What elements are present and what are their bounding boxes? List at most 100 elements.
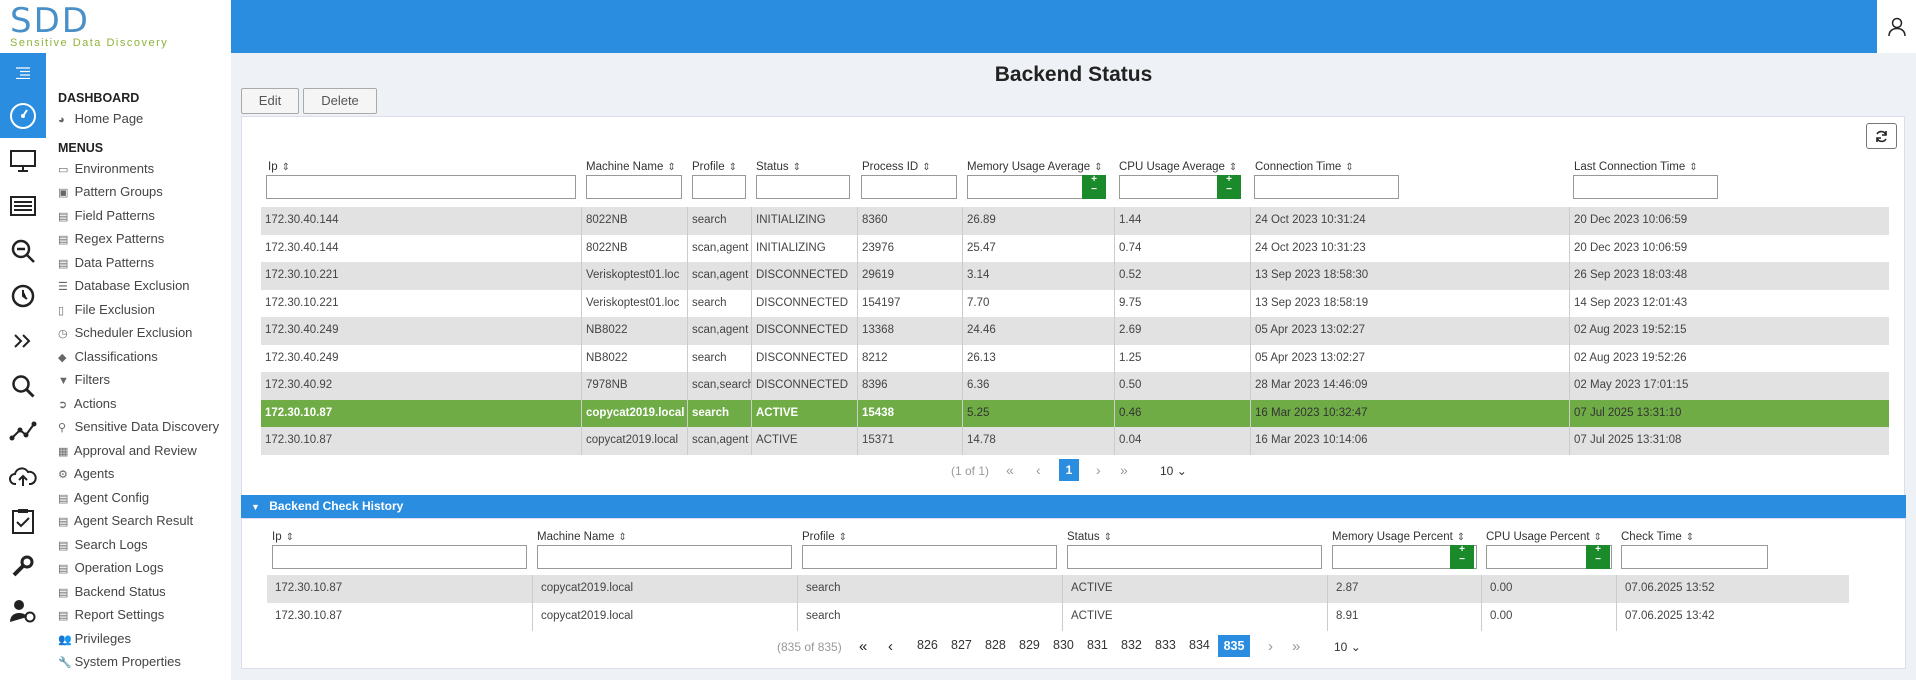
menu-item-backend-status[interactable]: ▤ Backend Status [46,580,231,604]
clipboard-check-icon[interactable] [0,498,46,543]
col-header-check-time[interactable]: Check Time ⇕ [1621,531,1694,543]
zoom-out-icon[interactable] [0,228,46,273]
memory-stepper[interactable]: + − [1082,175,1106,199]
table-row[interactable]: 172.30.10.87 copycat2019.local search ACTIV… [267,603,1849,631]
wrench-icon[interactable] [0,543,46,588]
search-icon[interactable] [0,363,46,408]
page-number[interactable]: 830 [1053,638,1074,652]
filter-status[interactable] [756,175,850,199]
table-row[interactable]: 172.30.40.92 7978NB scan,search DISCONNECTE… [261,372,1889,400]
menu-item-home[interactable]: ◕ Home Page [46,107,231,131]
filter-cpu-usage-average[interactable] [1119,175,1218,199]
filter-profile[interactable] [692,175,746,199]
filter-ip[interactable] [266,175,576,199]
page-number[interactable]: 832 [1121,638,1142,652]
menu-item-sensitive-data-discovery[interactable]: ⚲ Sensitive Data Discovery [46,415,231,439]
delete-button[interactable]: Delete [303,88,377,114]
cpu-stepper[interactable]: + − [1217,175,1241,199]
prev-page-icon[interactable]: ‹ [1036,462,1041,478]
col-header-memory-usage-average[interactable]: Memory Usage Average ⇕ [967,161,1103,173]
cloud-upload-icon[interactable] [0,453,46,498]
page-number[interactable]: 827 [951,638,972,652]
col-header-status[interactable]: Status ⇕ [1067,531,1112,543]
clock-icon[interactable] [0,273,46,318]
list-icon[interactable] [0,183,46,228]
next-page-icon[interactable]: › [1268,638,1273,655]
col-header-machine-name[interactable]: Machine Name ⇕ [586,161,676,173]
page-number[interactable]: 833 [1155,638,1176,652]
menu-item-classifications[interactable]: ◆ Classifications [46,345,231,369]
menu-item-operation-logs[interactable]: ▤ Operation Logs [46,556,231,580]
col-header-connection-time[interactable]: Connection Time ⇕ [1255,161,1354,173]
table-row[interactable]: 172.30.10.87 copycat2019.local scan,agent A… [261,427,1889,455]
col-header-memory-usage-percent[interactable]: Memory Usage Percent ⇕ [1332,531,1465,543]
menu-item-report-settings[interactable]: ▤ Report Settings [46,603,231,627]
filter-last-connection-time[interactable] [1573,175,1718,199]
menu-item-field-patterns[interactable]: ▤ Field Patterns [46,204,231,228]
menu-item-file-exclusion[interactable]: ▯ File Exclusion [46,298,231,322]
cpu-percent-stepper[interactable]: + − [1586,545,1610,569]
col-header-cpu-usage-average[interactable]: CPU Usage Average ⇕ [1119,161,1237,173]
menu-toggle-icon[interactable] [0,53,46,93]
menu-item-search-logs[interactable]: ▤ Search Logs [46,533,231,557]
refresh-button[interactable] [1866,123,1897,149]
menu-item-actions[interactable]: ➲ Actions [46,392,231,416]
table-row[interactable]: 172.30.40.144 8022NB search INITIALIZING 836… [261,207,1889,235]
filter-machine-name[interactable] [537,545,792,569]
last-page-icon[interactable]: » [1292,638,1300,655]
menu-item-scheduler-exclusion[interactable]: ◷ Scheduler Exclusion [46,321,231,345]
menu-item-data-patterns[interactable]: ▤ Data Patterns [46,251,231,275]
col-header-process-id[interactable]: Process ID ⇕ [862,161,931,173]
menu-item-filters[interactable]: ▼ Filters [46,368,231,392]
network-icon[interactable] [0,408,46,453]
first-page-icon[interactable]: « [1006,462,1014,478]
table-row[interactable]: 172.30.10.221 Veriskoptest01.loc search DIS… [261,289,1889,317]
table-row[interactable]: 172.30.40.249 NB8022 scan,agent DISCONNECTE… [261,317,1889,345]
first-page-icon[interactable]: « [859,638,867,655]
filter-process-id[interactable] [861,175,957,199]
page-number[interactable]: 831 [1087,638,1108,652]
table-row[interactable]: 172.30.10.87 copycat2019.local search ACTIV… [261,399,1889,427]
col-header-profile[interactable]: Profile ⇕ [692,161,737,173]
user-icon[interactable] [1877,0,1916,53]
next-page-icon[interactable]: › [1096,462,1101,478]
col-header-status[interactable]: Status ⇕ [756,161,801,173]
filter-machine-name[interactable] [586,175,682,199]
page-number[interactable]: 829 [1019,638,1040,652]
page-number[interactable]: 828 [985,638,1006,652]
menu-item-agent-search-result[interactable]: ▤ Agent Search Result [46,509,231,533]
col-header-machine-name[interactable]: Machine Name ⇕ [537,531,627,543]
memory-percent-stepper[interactable]: + − [1450,545,1474,569]
filter-profile[interactable] [802,545,1057,569]
menu-item-approval-review[interactable]: ▦ Approval and Review [46,439,231,463]
col-header-last-connection-time[interactable]: Last Connection Time ⇕ [1574,161,1698,173]
col-header-ip[interactable]: Ip ⇕ [268,161,290,173]
menu-item-system-properties[interactable]: 🔧 System Properties [46,650,231,674]
history-panel-header[interactable]: ▼ Backend Check History [241,495,1906,518]
menu-item-agents[interactable]: ⚙ Agents [46,462,231,486]
col-header-profile[interactable]: Profile ⇕ [802,531,847,543]
menu-item-database-exclusion[interactable]: ☰ Database Exclusion [46,274,231,298]
page-current[interactable]: 1 [1059,459,1079,481]
edit-button[interactable]: Edit [241,88,299,114]
prev-page-icon[interactable]: ‹ [888,638,893,655]
menu-item-regex-patterns[interactable]: ▤ Regex Patterns [46,227,231,251]
filter-check-time[interactable] [1621,545,1768,569]
page-current[interactable]: 835 [1218,635,1250,657]
filter-connection-time[interactable] [1254,175,1399,199]
table-row[interactable]: 172.30.40.249 NB8022 search DISCONNECTED 821… [261,344,1889,372]
last-page-icon[interactable]: » [1120,462,1128,478]
menu-item-agent-config[interactable]: ▤ Agent Config [46,486,231,510]
page-number[interactable]: 826 [917,638,938,652]
table-row[interactable]: 172.30.10.87 copycat2019.local search ACTIV… [267,575,1849,603]
menu-item-privileges[interactable]: 👥 Privileges [46,627,231,651]
filter-ip[interactable] [272,545,527,569]
dashboard-icon[interactable] [0,93,46,138]
page-number[interactable]: 834 [1189,638,1210,652]
menu-item-environments[interactable]: ▭ Environments [46,157,231,181]
table-row[interactable]: 172.30.40.144 8022NB scan,agent INITIALIZIN… [261,234,1889,262]
col-header-cpu-usage-percent[interactable]: CPU Usage Percent ⇕ [1486,531,1602,543]
rows-per-page-select[interactable]: 10 ⌄ [1160,464,1187,478]
filter-status[interactable] [1067,545,1322,569]
col-header-ip[interactable]: Ip ⇕ [272,531,294,543]
